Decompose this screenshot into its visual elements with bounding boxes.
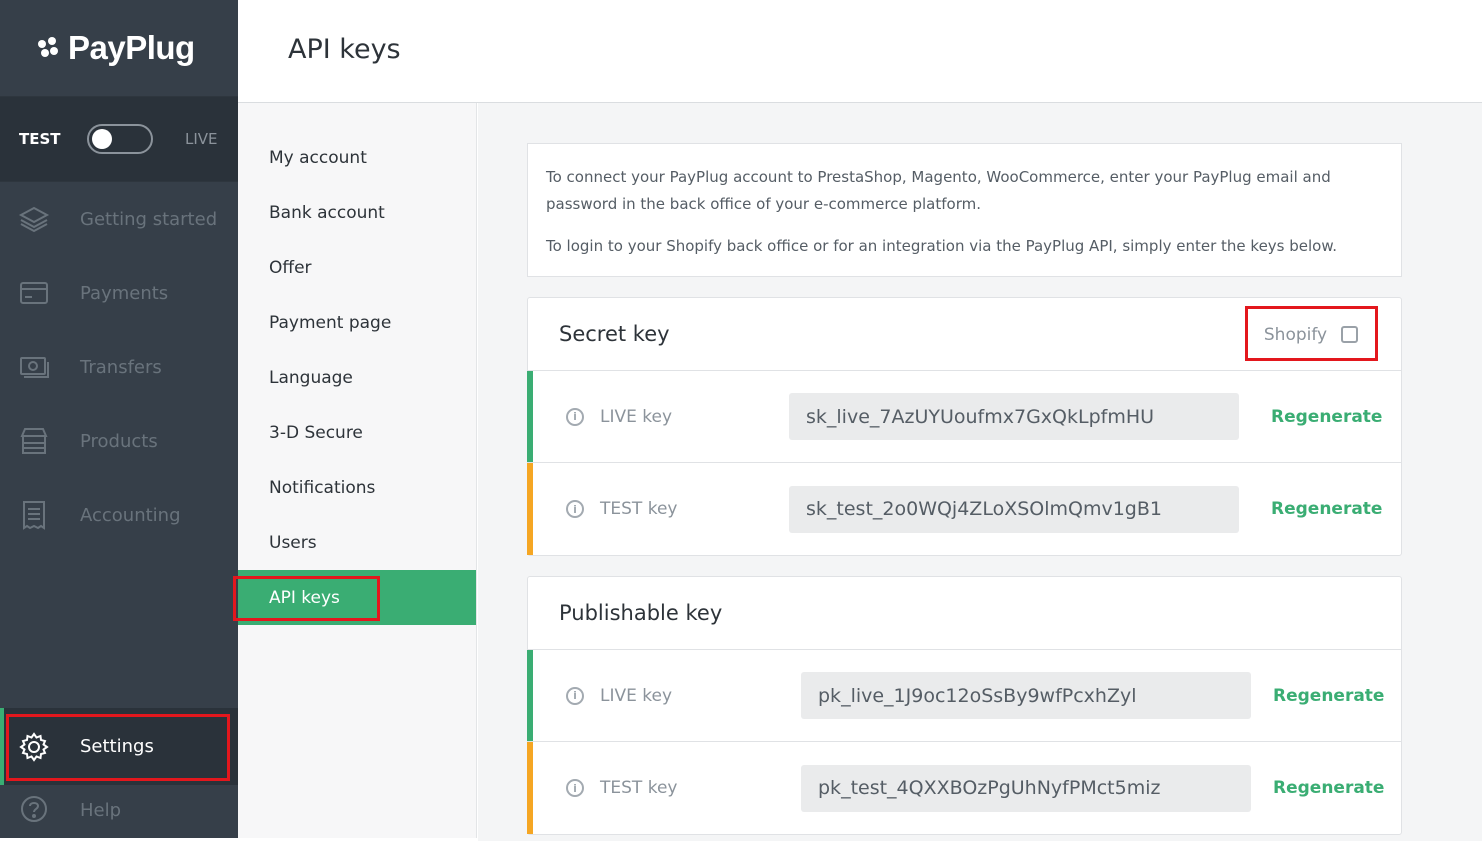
live-indicator bbox=[527, 650, 533, 741]
shopify-checkbox[interactable] bbox=[1341, 326, 1359, 343]
nav-label: Accounting bbox=[80, 504, 181, 526]
nav-item-getting-started[interactable]: Getting started bbox=[0, 182, 238, 256]
test-indicator bbox=[527, 742, 533, 834]
key-row-live: i LIVE key sk_live_7AzUYUoufmx7GxQkLpfmH… bbox=[527, 371, 1401, 463]
live-mode-label: LIVE bbox=[185, 130, 218, 148]
submenu-item-notifications[interactable]: Notifications bbox=[238, 460, 476, 515]
nav-label: Settings bbox=[80, 736, 154, 757]
nav-label: Products bbox=[80, 430, 158, 452]
regenerate-button[interactable]: Regenerate bbox=[1271, 499, 1382, 519]
regenerate-button[interactable]: Regenerate bbox=[1273, 686, 1384, 706]
panel-title: Secret key bbox=[559, 322, 670, 346]
gear-icon bbox=[18, 731, 50, 763]
info-icon[interactable]: i bbox=[566, 407, 584, 426]
store-icon bbox=[18, 425, 50, 457]
info-text: To connect your PayPlug account to Prest… bbox=[546, 168, 1331, 213]
info-icon[interactable]: i bbox=[566, 686, 584, 705]
key-label: i LIVE key bbox=[566, 407, 672, 427]
brand-name: PayPlug bbox=[68, 29, 195, 66]
key-label: i LIVE key bbox=[566, 686, 672, 706]
submenu-item-my-account[interactable]: My account bbox=[238, 130, 476, 185]
secret-live-key-field[interactable]: sk_live_7AzUYUoufmx7GxQkLpfmHU bbox=[789, 393, 1239, 440]
secret-key-panel: Secret key Shopify i LIVE key sk_live_7A… bbox=[527, 297, 1402, 556]
main-nav: Getting started Payments Transfers Produ… bbox=[0, 182, 238, 552]
submenu-item-payment-page[interactable]: Payment page bbox=[238, 295, 476, 350]
main-content: To connect your PayPlug account to Prest… bbox=[478, 103, 1482, 841]
key-label-text: TEST key bbox=[600, 778, 678, 798]
info-box: To connect your PayPlug account to Prest… bbox=[527, 143, 1402, 277]
submenu-item-3d-secure[interactable]: 3-D Secure bbox=[238, 405, 476, 460]
panel-title: Publishable key bbox=[559, 601, 723, 625]
key-label-text: LIVE key bbox=[600, 685, 673, 706]
shopify-toggle[interactable]: Shopify bbox=[1245, 307, 1377, 362]
nav-item-help[interactable]: Help bbox=[0, 785, 238, 835]
info-text: To login to your Shopify back office or … bbox=[546, 237, 1338, 255]
panel-header: Secret key Shopify bbox=[528, 298, 1401, 371]
nav-item-payments[interactable]: Payments bbox=[0, 256, 238, 330]
test-indicator bbox=[527, 463, 533, 555]
settings-submenu: My account Bank account Offer Payment pa… bbox=[238, 103, 477, 838]
publishable-live-key-field[interactable]: pk_live_1J9oc12oSsBy9wfPcxhZyl bbox=[801, 672, 1251, 719]
layers-icon bbox=[18, 203, 50, 235]
key-row-test: i TEST key sk_test_2o0WQj4ZLoXSOlmQmv1gB… bbox=[527, 463, 1401, 555]
key-row-live: i LIVE key pk_live_1J9oc12oSsBy9wfPcxhZy… bbox=[527, 650, 1401, 742]
page-title: API keys bbox=[288, 34, 401, 65]
nav-item-settings[interactable]: Settings bbox=[0, 708, 238, 785]
shopify-label: Shopify bbox=[1263, 324, 1328, 345]
publishable-key-panel: Publishable key i LIVE key pk_live_1J9oc… bbox=[527, 576, 1402, 835]
nav-label: Help bbox=[80, 799, 122, 821]
key-row-test: i TEST key pk_test_4QXXBOzPgUhNyfPMct5mi… bbox=[527, 742, 1401, 834]
environment-switch: TEST LIVE bbox=[0, 97, 238, 182]
key-label-text: LIVE key bbox=[600, 406, 673, 427]
main-sidebar: PayPlug TEST LIVE Getting started Paymen… bbox=[0, 0, 238, 838]
info-icon[interactable]: i bbox=[566, 779, 584, 797]
nav-label: Getting started bbox=[80, 208, 218, 230]
regenerate-button[interactable]: Regenerate bbox=[1273, 778, 1384, 798]
submenu-item-offer[interactable]: Offer bbox=[238, 240, 476, 295]
help-icon bbox=[18, 794, 50, 826]
live-indicator bbox=[527, 371, 533, 462]
logo[interactable]: PayPlug bbox=[0, 0, 238, 97]
payplug-logo-icon bbox=[38, 37, 60, 59]
test-mode-label: TEST bbox=[19, 130, 61, 148]
submenu-item-api-keys[interactable]: API keys bbox=[238, 570, 476, 625]
receipt-icon bbox=[18, 499, 50, 531]
submenu-item-users[interactable]: Users bbox=[238, 515, 476, 570]
submenu-item-bank-account[interactable]: Bank account bbox=[238, 185, 476, 240]
nav-item-transfers[interactable]: Transfers bbox=[0, 330, 238, 404]
nav-item-accounting[interactable]: Accounting bbox=[0, 478, 238, 552]
sidebar-bottom: Settings Help bbox=[0, 708, 238, 835]
nav-label: Payments bbox=[80, 282, 169, 304]
submenu-item-language[interactable]: Language bbox=[238, 350, 476, 405]
banknote-icon bbox=[18, 351, 50, 383]
nav-label: Transfers bbox=[80, 356, 162, 378]
regenerate-button[interactable]: Regenerate bbox=[1271, 407, 1382, 427]
key-label: i TEST key bbox=[566, 778, 677, 798]
info-icon[interactable]: i bbox=[566, 500, 584, 518]
key-label-text: TEST key bbox=[600, 499, 678, 519]
nav-item-products[interactable]: Products bbox=[0, 404, 238, 478]
panel-header: Publishable key bbox=[528, 577, 1401, 650]
key-label: i TEST key bbox=[566, 499, 677, 519]
app-window: PayPlug TEST LIVE Getting started Paymen… bbox=[0, 0, 1482, 841]
page-header: API keys bbox=[238, 0, 1482, 103]
secret-test-key-field[interactable]: sk_test_2o0WQj4ZLoXSOlmQmv1gB1 bbox=[789, 485, 1239, 533]
card-icon bbox=[18, 277, 50, 309]
mode-toggle[interactable] bbox=[87, 124, 153, 154]
publishable-test-key-field[interactable]: pk_test_4QXXBOzPgUhNyfPMct5miz bbox=[801, 764, 1251, 812]
toggle-knob bbox=[92, 129, 112, 149]
